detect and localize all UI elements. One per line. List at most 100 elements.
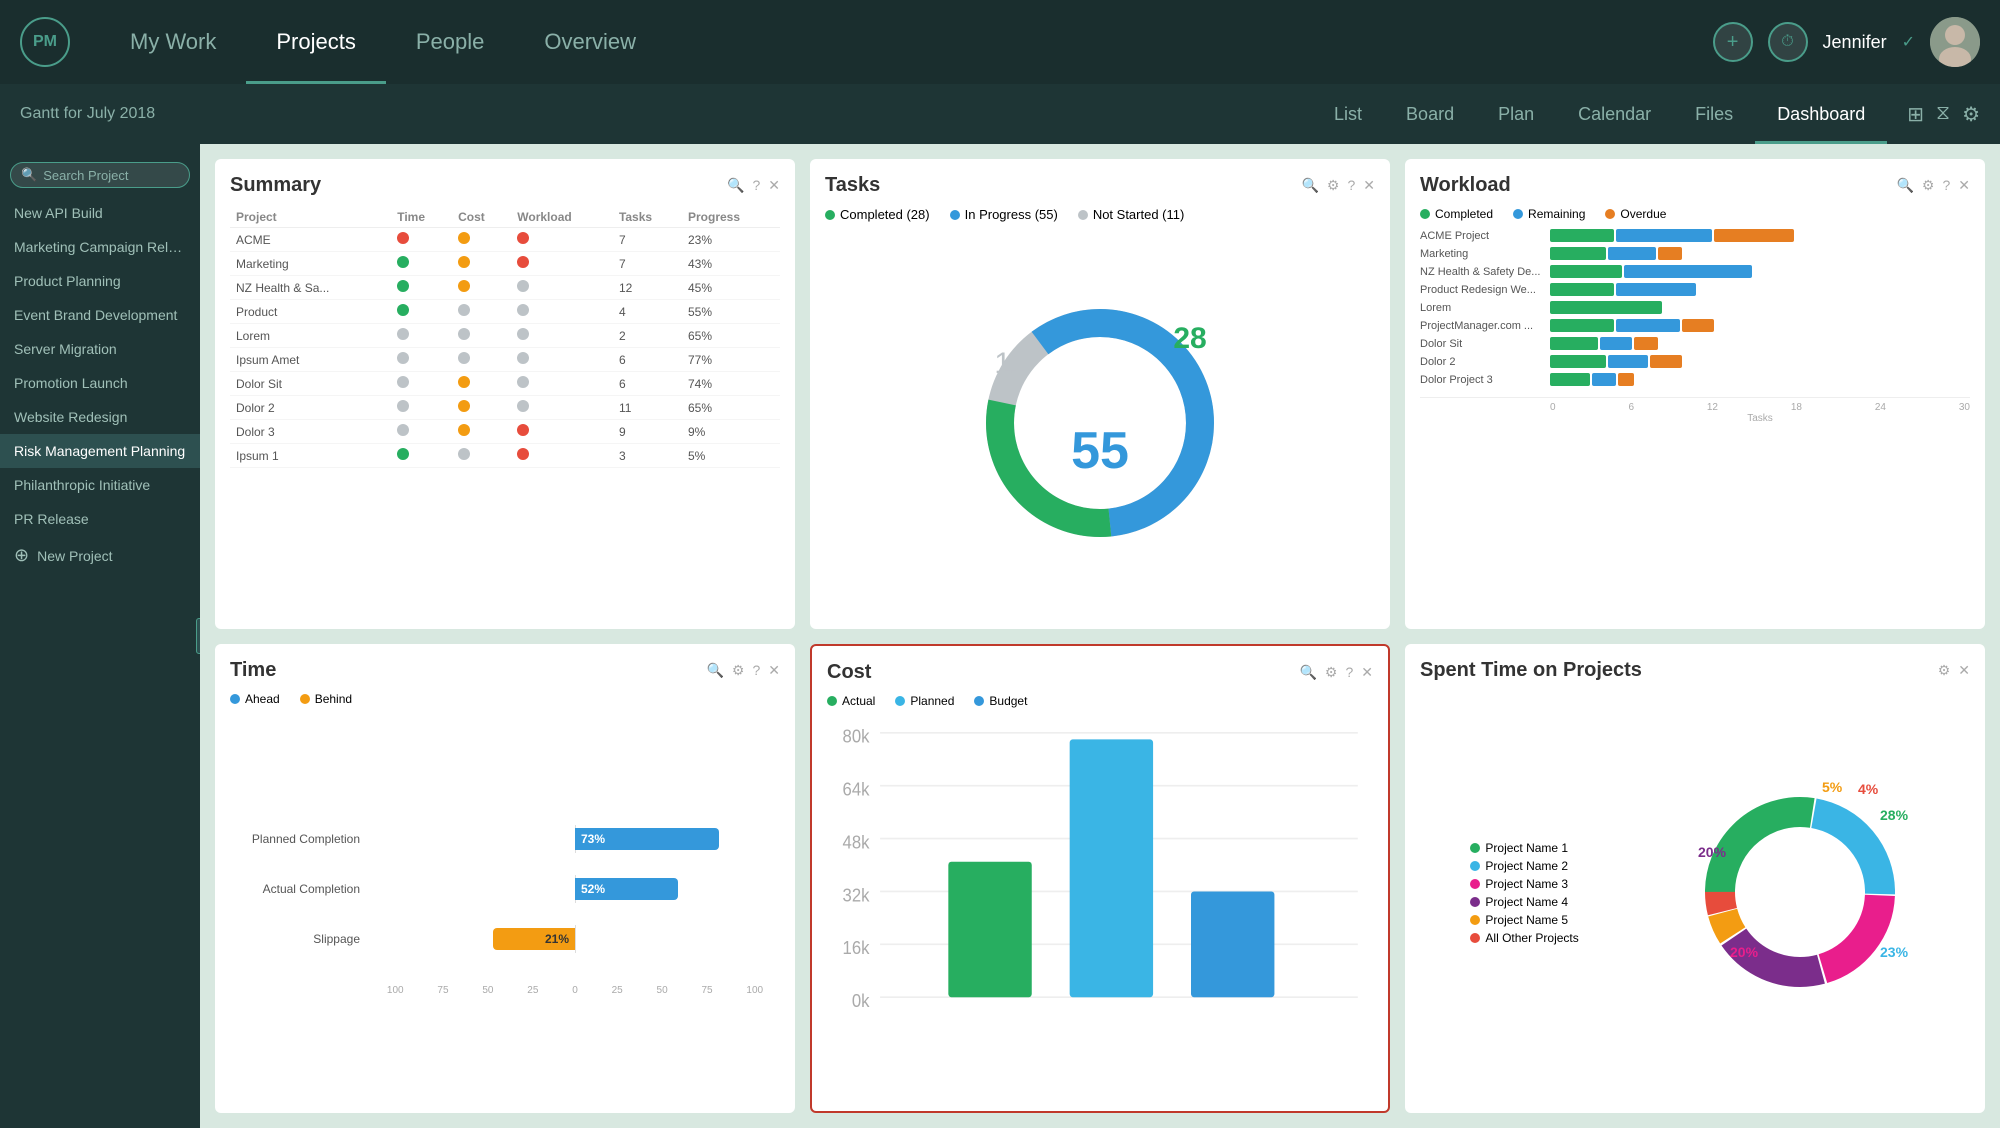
- gantt-label: Gantt for July 2018: [20, 105, 155, 123]
- tab-plan[interactable]: Plan: [1476, 84, 1556, 144]
- actual-label: Actual Completion: [230, 882, 370, 896]
- bar-remaining: [1624, 265, 1752, 278]
- search-box[interactable]: 🔍: [10, 162, 190, 188]
- tab-board[interactable]: Board: [1384, 84, 1476, 144]
- sidebar-item-event-brand[interactable]: Event Brand Development: [0, 298, 200, 332]
- spent-dot-4: [1470, 897, 1480, 907]
- tab-calendar[interactable]: Calendar: [1556, 84, 1673, 144]
- cost-svg: 80k 64k 48k 32k 16k 0k: [827, 713, 1373, 1077]
- avatar[interactable]: [1930, 17, 1980, 67]
- workload-search-icon[interactable]: 🔍: [1896, 177, 1913, 194]
- cell-cost: [452, 348, 511, 372]
- cell-time: [391, 444, 452, 468]
- time-behind-dot: [300, 694, 310, 704]
- tasks-close-icon[interactable]: ✕: [1363, 177, 1375, 194]
- sidebar-item-product-planning[interactable]: Product Planning: [0, 264, 200, 298]
- sidebar-item-marketing-campaign[interactable]: Marketing Campaign Release: [0, 230, 200, 264]
- bar-completed: [1550, 373, 1590, 386]
- sidebar-item-server-migration[interactable]: Server Migration: [0, 332, 200, 366]
- workload-legend: Completed Remaining Overdue: [1420, 207, 1970, 221]
- summary-close-icon[interactable]: ✕: [768, 177, 780, 194]
- summary-help-icon[interactable]: ?: [752, 177, 760, 194]
- sidebar-item-website-redesign[interactable]: Website Redesign: [0, 400, 200, 434]
- svg-text:11: 11: [994, 347, 1025, 380]
- new-project-button[interactable]: ⊕ New Project: [0, 536, 200, 575]
- cost-close-icon[interactable]: ✕: [1361, 664, 1373, 681]
- nav-overview[interactable]: Overview: [514, 0, 666, 84]
- svg-text:32k: 32k: [843, 884, 870, 905]
- workload-row: Lorem: [1420, 301, 1970, 314]
- sidebar-item-new-api-build[interactable]: New API Build: [0, 196, 200, 230]
- summary-search-icon[interactable]: 🔍: [727, 177, 744, 194]
- actual-bar-container: 52%: [370, 875, 780, 903]
- nav-projects[interactable]: Projects: [246, 0, 385, 84]
- workload-help-icon[interactable]: ?: [1942, 177, 1950, 194]
- tasks-axis-label: Tasks: [1550, 413, 1970, 424]
- workload-row-bars: [1550, 229, 1794, 242]
- spent-label-6: All Other Projects: [1485, 931, 1578, 945]
- svg-text:80k: 80k: [843, 726, 870, 747]
- tab-files[interactable]: Files: [1673, 84, 1755, 144]
- spent-close-icon[interactable]: ✕: [1958, 662, 1970, 679]
- spent-label-1: Project Name 1: [1485, 841, 1568, 855]
- sidebar-item-risk-management[interactable]: Risk Management Planning: [0, 434, 200, 468]
- cost-planned-label: Planned: [910, 694, 954, 708]
- bar-remaining: [1592, 373, 1616, 386]
- cost-search-icon[interactable]: 🔍: [1299, 664, 1316, 681]
- cell-progress: 43%: [682, 252, 780, 276]
- cost-help-icon[interactable]: ?: [1345, 664, 1353, 681]
- tasks-help-icon[interactable]: ?: [1347, 177, 1355, 194]
- time-settings-icon[interactable]: ⚙: [732, 662, 745, 679]
- grid-icon[interactable]: ⊞: [1907, 102, 1924, 127]
- workload-row-bars: [1550, 373, 1634, 386]
- sidebar-toggle[interactable]: ‹: [196, 618, 200, 654]
- cost-settings-icon[interactable]: ⚙: [1325, 664, 1338, 681]
- time-row-actual: Actual Completion 52%: [230, 875, 780, 903]
- filter-icon[interactable]: ⧖: [1936, 102, 1950, 127]
- time-close-icon[interactable]: ✕: [768, 662, 780, 679]
- completed-label: Completed (28): [840, 207, 930, 222]
- table-row: Dolor 2 11 65%: [230, 396, 780, 420]
- tab-dashboard[interactable]: Dashboard: [1755, 84, 1887, 144]
- cost-title: Cost: [827, 661, 871, 684]
- add-button[interactable]: +: [1713, 22, 1753, 62]
- nav-people[interactable]: People: [386, 0, 515, 84]
- table-row: Dolor Sit 6 74%: [230, 372, 780, 396]
- cell-progress: 45%: [682, 276, 780, 300]
- spent-label-4: Project Name 4: [1485, 895, 1568, 909]
- wl-overdue-label: Overdue: [1620, 207, 1666, 221]
- cell-cost: [452, 276, 511, 300]
- cell-project: Ipsum Amet: [230, 348, 391, 372]
- settings-icon[interactable]: ⚙: [1962, 102, 1980, 127]
- bar-completed: [1550, 301, 1662, 314]
- svg-text:55: 55: [1071, 422, 1129, 480]
- tasks-search-icon[interactable]: 🔍: [1301, 177, 1318, 194]
- sidebar-item-promotion-launch[interactable]: Promotion Launch: [0, 366, 200, 400]
- sidebar-item-philanthropic[interactable]: Philanthropic Initiative: [0, 468, 200, 502]
- axis-30: 30: [1959, 402, 1970, 413]
- wl-remaining-label: Remaining: [1528, 207, 1585, 221]
- spent-settings-icon[interactable]: ⚙: [1938, 662, 1951, 679]
- cell-workload: [511, 276, 613, 300]
- workload-settings-icon[interactable]: ⚙: [1922, 177, 1935, 194]
- logo[interactable]: PM: [20, 17, 70, 67]
- tasks-settings-icon[interactable]: ⚙: [1327, 177, 1340, 194]
- spent-label-2: Project Name 2: [1485, 859, 1568, 873]
- table-row: Ipsum 1 3 5%: [230, 444, 780, 468]
- spent-dot-3: [1470, 879, 1480, 889]
- cell-project: Marketing: [230, 252, 391, 276]
- secondary-nav-icons: ⊞ ⧖ ⚙: [1907, 102, 1980, 127]
- search-input[interactable]: [43, 168, 179, 183]
- tab-list[interactable]: List: [1312, 84, 1384, 144]
- slippage-bar-container: 21%: [370, 925, 780, 953]
- cell-project: NZ Health & Sa...: [230, 276, 391, 300]
- workload-close-icon[interactable]: ✕: [1958, 177, 1970, 194]
- nav-my-work[interactable]: My Work: [100, 0, 246, 84]
- time-help-icon[interactable]: ?: [752, 662, 760, 679]
- sidebar-item-pr-release[interactable]: PR Release: [0, 502, 200, 536]
- timer-button[interactable]: ⏱: [1768, 22, 1808, 62]
- cell-project: ACME: [230, 228, 391, 252]
- time-search-icon[interactable]: 🔍: [706, 662, 723, 679]
- col-project: Project: [230, 207, 391, 228]
- bar-overdue: [1682, 319, 1714, 332]
